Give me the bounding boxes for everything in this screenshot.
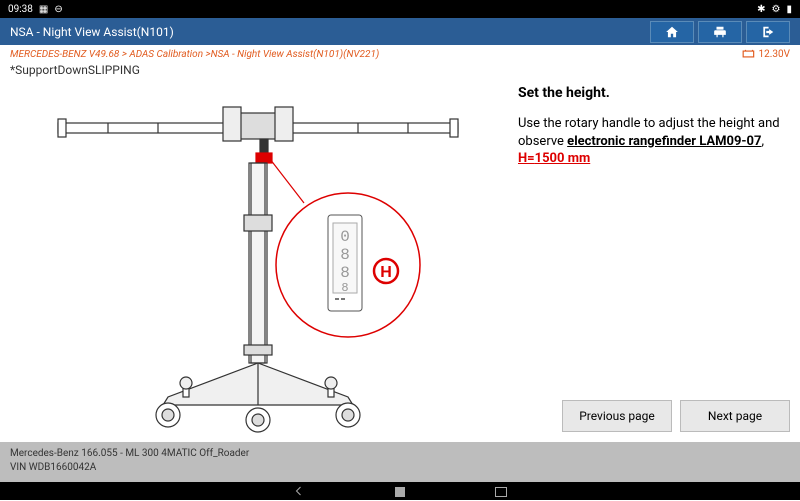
settings-gear-icon: ⚙ xyxy=(772,4,781,15)
vehicle-info-footer: Mercedes-Benz 166.055 - ML 300 4MATIC Of… xyxy=(0,442,800,482)
rangefinder-ref: electronic rangefinder LAM09-07 xyxy=(567,134,761,149)
battery-icon xyxy=(742,49,756,59)
svg-text:8: 8 xyxy=(340,264,350,282)
print-icon xyxy=(713,25,727,39)
calibration-stand-diagram: 0 8 8 8 H xyxy=(8,85,508,437)
battery-icon: ▮ xyxy=(786,4,792,15)
instruction-panel: Set the height. Use the rotary handle to… xyxy=(516,79,800,442)
instruction-body: Use the rotary handle to adjust the heig… xyxy=(518,115,790,168)
height-label: H= xyxy=(518,151,535,166)
status-time: 09:38 xyxy=(8,4,33,15)
svg-text:H: H xyxy=(380,264,392,281)
home-icon xyxy=(665,25,679,39)
android-navbar xyxy=(0,482,800,500)
height-value: 1500 mm xyxy=(535,151,591,166)
breadcrumb: MERCEDES-BENZ V49.68 > ADAS Calibration … xyxy=(10,49,379,60)
svg-text:8: 8 xyxy=(340,246,350,264)
print-button[interactable] xyxy=(698,21,742,43)
main-content: 0 8 8 8 H Set the height. Use the rotary… xyxy=(0,79,800,442)
next-page-button[interactable]: Next page xyxy=(680,400,790,432)
header-title: NSA - Night View Assist(N101) xyxy=(10,25,646,39)
nav-buttons: Previous page Next page xyxy=(562,400,790,432)
exit-icon xyxy=(761,25,775,39)
previous-page-button[interactable]: Previous page xyxy=(562,400,672,432)
step-subtitle: *SupportDownSLIPPING xyxy=(0,63,800,79)
diagram-area: 0 8 8 8 H xyxy=(0,79,516,442)
bluetooth-icon: ✱ xyxy=(757,4,765,15)
android-status-bar: 09:38 ▦ ⊖ ✱ ⚙ ▮ xyxy=(0,0,800,18)
svg-text:8: 8 xyxy=(341,281,348,295)
app-header: NSA - Night View Assist(N101) xyxy=(0,18,800,45)
recent-icon[interactable] xyxy=(495,482,507,501)
voltage-indicator: 12.30V xyxy=(742,49,790,60)
svg-text:0: 0 xyxy=(340,228,350,246)
home-button[interactable] xyxy=(650,21,694,43)
do-not-disturb-icon: ⊖ xyxy=(54,4,62,15)
exit-button[interactable] xyxy=(746,21,790,43)
screenshot-icon: ▦ xyxy=(39,4,48,15)
vehicle-model: Mercedes-Benz 166.055 - ML 300 4MATIC Of… xyxy=(10,447,790,461)
voltage-value: 12.30V xyxy=(759,49,790,60)
back-icon[interactable] xyxy=(293,482,305,501)
instruction-heading: Set the height. xyxy=(518,85,790,101)
home-nav-icon[interactable] xyxy=(395,482,405,501)
vehicle-vin: VIN WDB1660042A xyxy=(10,461,790,475)
breadcrumb-row: MERCEDES-BENZ V49.68 > ADAS Calibration … xyxy=(0,45,800,63)
